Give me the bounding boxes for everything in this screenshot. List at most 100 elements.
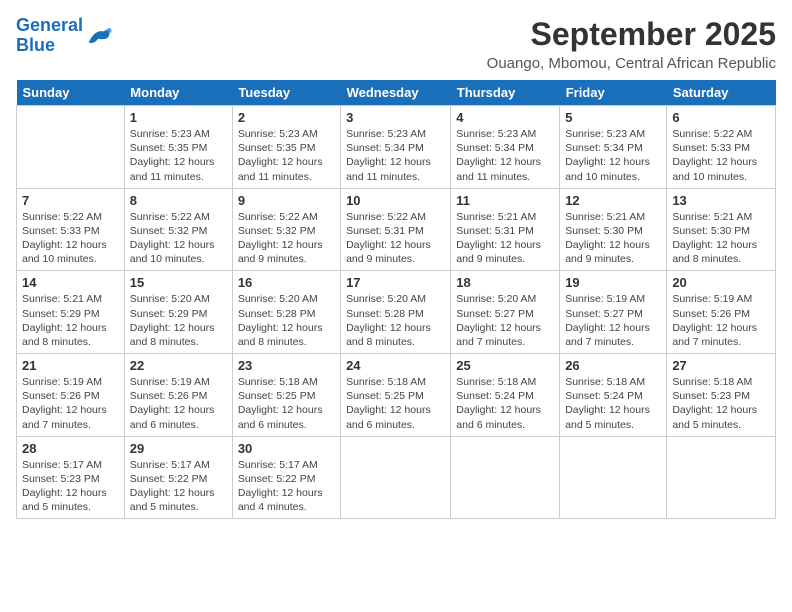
calendar-cell: 16 Sunrise: 5:20 AM Sunset: 5:28 PM Dayli…	[232, 271, 340, 354]
date-number: 24	[346, 358, 445, 373]
calendar-cell: 9 Sunrise: 5:22 AM Sunset: 5:32 PM Daylig…	[232, 188, 340, 271]
day-header-friday: Friday	[560, 80, 667, 106]
cell-sun-info: Sunrise: 5:18 AM Sunset: 5:25 PM Dayligh…	[346, 375, 445, 432]
date-number: 1	[130, 110, 227, 125]
week-row-5: 28 Sunrise: 5:17 AM Sunset: 5:23 PM Dayli…	[17, 436, 776, 519]
cell-sun-info: Sunrise: 5:17 AM Sunset: 5:23 PM Dayligh…	[22, 458, 119, 515]
calendar-cell: 5Sunrise: 5:23 AM Sunset: 5:34 PM Daylig…	[560, 106, 667, 189]
calendar-cell: 12 Sunrise: 5:21 AM Sunset: 5:30 PM Dayli…	[560, 188, 667, 271]
cell-sun-info: Sunrise: 5:21 AM Sunset: 5:31 PM Dayligh…	[456, 210, 554, 267]
calendar-cell: 17 Sunrise: 5:20 AM Sunset: 5:28 PM Dayli…	[341, 271, 451, 354]
calendar-cell: 22Sunrise: 5:19 AM Sunset: 5:26 PM Dayli…	[124, 354, 232, 437]
month-title: September 2025	[487, 16, 776, 53]
date-number: 17	[346, 275, 445, 290]
calendar-cell	[560, 436, 667, 519]
week-row-3: 14Sunrise: 5:21 AM Sunset: 5:29 PM Dayli…	[17, 271, 776, 354]
calendar-cell: 3 Sunrise: 5:23 AM Sunset: 5:34 PM Daylig…	[341, 106, 451, 189]
cell-sun-info: Sunrise: 5:18 AM Sunset: 5:24 PM Dayligh…	[565, 375, 661, 432]
calendar-cell: 14Sunrise: 5:21 AM Sunset: 5:29 PM Dayli…	[17, 271, 125, 354]
calendar-cell: 20 Sunrise: 5:19 AM Sunset: 5:26 PM Dayli…	[667, 271, 776, 354]
calendar-cell	[341, 436, 451, 519]
date-number: 20	[672, 275, 770, 290]
date-number: 8	[130, 193, 227, 208]
location-subtitle: Ouango, Mbomou, Central African Republic	[487, 55, 776, 72]
cell-sun-info: Sunrise: 5:17 AM Sunset: 5:22 PM Dayligh…	[130, 458, 227, 515]
calendar-cell: 6 Sunrise: 5:22 AM Sunset: 5:33 PM Daylig…	[667, 106, 776, 189]
calendar-cell: 26 Sunrise: 5:18 AM Sunset: 5:24 PM Dayli…	[560, 354, 667, 437]
week-row-4: 21 Sunrise: 5:19 AM Sunset: 5:26 PM Dayli…	[17, 354, 776, 437]
cell-sun-info: Sunrise: 5:23 AM Sunset: 5:34 PM Dayligh…	[346, 127, 445, 184]
date-number: 29	[130, 441, 227, 456]
date-number: 18	[456, 275, 554, 290]
day-header-thursday: Thursday	[451, 80, 560, 106]
calendar-cell	[17, 106, 125, 189]
calendar-cell: 15 Sunrise: 5:20 AM Sunset: 5:29 PM Dayli…	[124, 271, 232, 354]
date-number: 14	[22, 275, 119, 290]
cell-sun-info: Sunrise: 5:21 AM Sunset: 5:30 PM Dayligh…	[565, 210, 661, 267]
calendar-cell	[667, 436, 776, 519]
date-number: 12	[565, 193, 661, 208]
cell-sun-info: Sunrise: 5:20 AM Sunset: 5:29 PM Dayligh…	[130, 292, 227, 349]
date-number: 15	[130, 275, 227, 290]
logo: General Blue	[16, 16, 113, 56]
cell-sun-info: Sunrise: 5:19 AM Sunset: 5:26 PM Dayligh…	[22, 375, 119, 432]
cell-sun-info: Sunrise: 5:18 AM Sunset: 5:23 PM Dayligh…	[672, 375, 770, 432]
day-header-monday: Monday	[124, 80, 232, 106]
calendar-cell: 28 Sunrise: 5:17 AM Sunset: 5:23 PM Dayli…	[17, 436, 125, 519]
date-number: 7	[22, 193, 119, 208]
calendar-cell: 30Sunrise: 5:17 AM Sunset: 5:22 PM Dayli…	[232, 436, 340, 519]
cell-sun-info: Sunrise: 5:22 AM Sunset: 5:32 PM Dayligh…	[130, 210, 227, 267]
cell-sun-info: Sunrise: 5:20 AM Sunset: 5:28 PM Dayligh…	[238, 292, 335, 349]
date-number: 19	[565, 275, 661, 290]
calendar-cell: 13 Sunrise: 5:21 AM Sunset: 5:30 PM Dayli…	[667, 188, 776, 271]
week-row-1: 1 Sunrise: 5:23 AM Sunset: 5:35 PM Daylig…	[17, 106, 776, 189]
cell-sun-info: Sunrise: 5:23 AM Sunset: 5:35 PM Dayligh…	[130, 127, 227, 184]
date-number: 16	[238, 275, 335, 290]
calendar-table: SundayMondayTuesdayWednesdayThursdayFrid…	[16, 80, 776, 519]
cell-sun-info: Sunrise: 5:18 AM Sunset: 5:25 PM Dayligh…	[238, 375, 335, 432]
calendar-cell: 21 Sunrise: 5:19 AM Sunset: 5:26 PM Dayli…	[17, 354, 125, 437]
date-number: 26	[565, 358, 661, 373]
week-row-2: 7 Sunrise: 5:22 AM Sunset: 5:33 PM Daylig…	[17, 188, 776, 271]
date-number: 11	[456, 193, 554, 208]
day-header-tuesday: Tuesday	[232, 80, 340, 106]
cell-sun-info: Sunrise: 5:21 AM Sunset: 5:30 PM Dayligh…	[672, 210, 770, 267]
day-header-sunday: Sunday	[17, 80, 125, 106]
date-number: 10	[346, 193, 445, 208]
cell-sun-info: Sunrise: 5:23 AM Sunset: 5:35 PM Dayligh…	[238, 127, 335, 184]
calendar-cell: 18Sunrise: 5:20 AM Sunset: 5:27 PM Dayli…	[451, 271, 560, 354]
date-number: 22	[130, 358, 227, 373]
cell-sun-info: Sunrise: 5:22 AM Sunset: 5:31 PM Dayligh…	[346, 210, 445, 267]
date-number: 4	[456, 110, 554, 125]
calendar-cell: 1 Sunrise: 5:23 AM Sunset: 5:35 PM Daylig…	[124, 106, 232, 189]
calendar-cell: 23Sunrise: 5:18 AM Sunset: 5:25 PM Dayli…	[232, 354, 340, 437]
days-header-row: SundayMondayTuesdayWednesdayThursdayFrid…	[17, 80, 776, 106]
cell-sun-info: Sunrise: 5:20 AM Sunset: 5:28 PM Dayligh…	[346, 292, 445, 349]
calendar-cell: 29 Sunrise: 5:17 AM Sunset: 5:22 PM Dayli…	[124, 436, 232, 519]
date-number: 28	[22, 441, 119, 456]
date-number: 6	[672, 110, 770, 125]
calendar-cell: 7 Sunrise: 5:22 AM Sunset: 5:33 PM Daylig…	[17, 188, 125, 271]
calendar-cell: 24 Sunrise: 5:18 AM Sunset: 5:25 PM Dayli…	[341, 354, 451, 437]
calendar-cell: 4 Sunrise: 5:23 AM Sunset: 5:34 PM Daylig…	[451, 106, 560, 189]
cell-sun-info: Sunrise: 5:23 AM Sunset: 5:34 PM Dayligh…	[456, 127, 554, 184]
page-header: General Blue September 2025 Ouango, Mbom…	[16, 16, 776, 72]
date-number: 3	[346, 110, 445, 125]
cell-sun-info: Sunrise: 5:19 AM Sunset: 5:27 PM Dayligh…	[565, 292, 661, 349]
date-number: 9	[238, 193, 335, 208]
cell-sun-info: Sunrise: 5:22 AM Sunset: 5:33 PM Dayligh…	[672, 127, 770, 184]
date-number: 27	[672, 358, 770, 373]
date-number: 21	[22, 358, 119, 373]
calendar-cell: 19 Sunrise: 5:19 AM Sunset: 5:27 PM Dayli…	[560, 271, 667, 354]
cell-sun-info: Sunrise: 5:23 AM Sunset: 5:34 PM Dayligh…	[565, 127, 661, 184]
date-number: 13	[672, 193, 770, 208]
cell-sun-info: Sunrise: 5:22 AM Sunset: 5:33 PM Dayligh…	[22, 210, 119, 267]
cell-sun-info: Sunrise: 5:22 AM Sunset: 5:32 PM Dayligh…	[238, 210, 335, 267]
title-section: September 2025 Ouango, Mbomou, Central A…	[487, 16, 776, 72]
calendar-cell: 11 Sunrise: 5:21 AM Sunset: 5:31 PM Dayli…	[451, 188, 560, 271]
calendar-cell: 10 Sunrise: 5:22 AM Sunset: 5:31 PM Dayli…	[341, 188, 451, 271]
cell-sun-info: Sunrise: 5:19 AM Sunset: 5:26 PM Dayligh…	[672, 292, 770, 349]
day-header-saturday: Saturday	[667, 80, 776, 106]
cell-sun-info: Sunrise: 5:17 AM Sunset: 5:22 PM Dayligh…	[238, 458, 335, 515]
calendar-cell: 25Sunrise: 5:18 AM Sunset: 5:24 PM Dayli…	[451, 354, 560, 437]
